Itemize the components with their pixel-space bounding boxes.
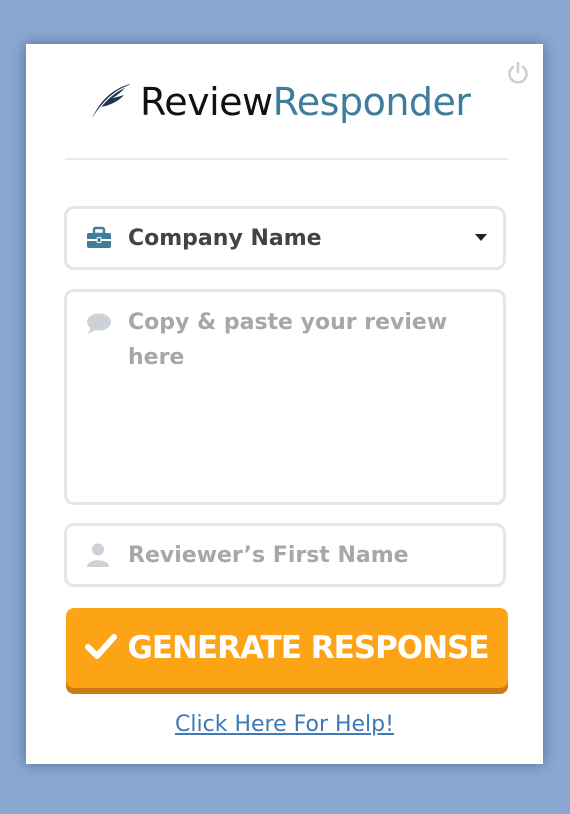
briefcase-icon <box>86 226 112 254</box>
help-link[interactable]: Click Here For Help! <box>175 712 394 737</box>
chevron-down-icon <box>475 234 487 241</box>
review-responder-panel: ReviewResponder Company Name Copy & past… <box>26 44 543 764</box>
review-placeholder: Copy & paste your review here <box>128 310 448 370</box>
app-logo: ReviewResponder <box>88 76 471 128</box>
user-icon <box>86 542 110 572</box>
first-name-input[interactable]: Reviewer’s First Name <box>64 523 506 587</box>
first-name-placeholder: Reviewer’s First Name <box>128 543 409 568</box>
power-icon[interactable] <box>505 60 531 86</box>
speech-bubble-icon <box>86 312 112 340</box>
checkmark-icon <box>85 632 118 664</box>
header-divider <box>65 158 508 160</box>
review-textarea[interactable]: Copy & paste your review here <box>64 289 506 505</box>
logo-wordmark: ReviewResponder <box>140 76 471 128</box>
company-select-value: Company Name <box>128 226 322 251</box>
generate-response-button[interactable]: GENERATE RESPONSE <box>66 608 508 694</box>
feather-icon <box>88 80 132 124</box>
help-section: Click Here For Help! <box>26 712 543 737</box>
company-select[interactable]: Company Name <box>64 206 506 270</box>
logo-text-responder: Responder <box>272 80 471 124</box>
logo-text-review: Review <box>140 80 273 124</box>
generate-response-label: GENERATE RESPONSE <box>127 630 489 666</box>
